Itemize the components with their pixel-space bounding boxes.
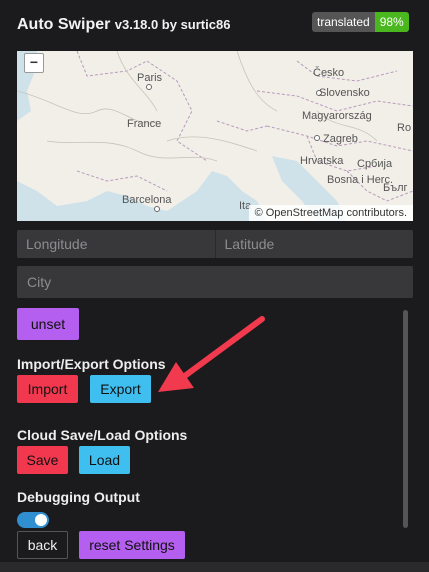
- bottom-edge: [0, 562, 429, 572]
- annotation-arrow-icon: [158, 316, 265, 392]
- settings-panel: Auto Swiper v3.18.0 by surtic86 translat…: [0, 0, 429, 572]
